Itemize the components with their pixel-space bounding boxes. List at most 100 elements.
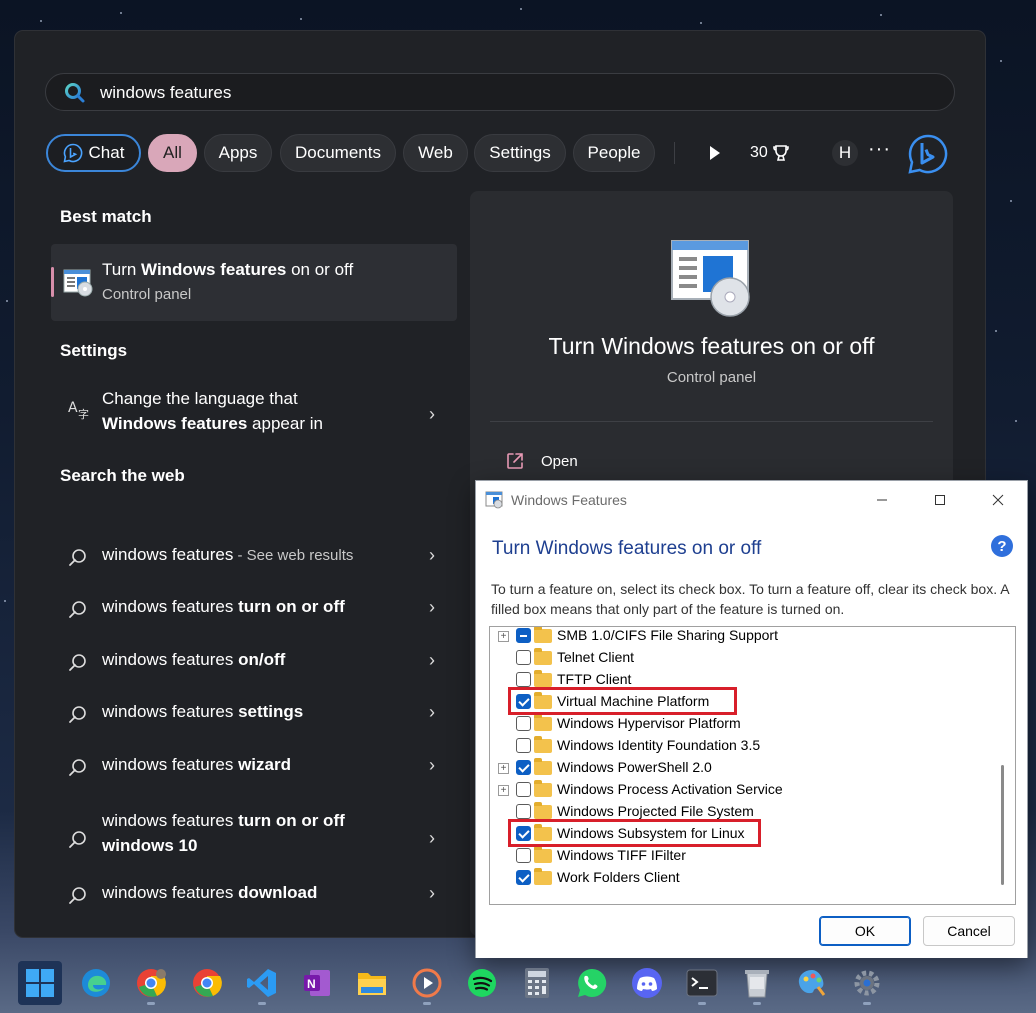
feature-row[interactable]: Work Folders Client: [490, 867, 995, 889]
best-match-title: Turn Windows features on or off: [102, 260, 353, 280]
filter-web[interactable]: Web: [403, 134, 468, 172]
features-tree[interactable]: + SMB 1.0/CIFS File Sharing Support Teln…: [489, 626, 1016, 905]
taskbar-spotify[interactable]: [460, 961, 504, 1005]
close-button[interactable]: [983, 487, 1013, 513]
edge-icon: [82, 969, 110, 997]
taskbar-vscode[interactable]: [240, 961, 284, 1005]
feature-checkbox[interactable]: [516, 628, 531, 643]
feature-checkbox[interactable]: [516, 760, 531, 775]
taskbar-media-player[interactable]: [405, 961, 449, 1005]
windows-features-dialog: Windows Features Turn Windows features o…: [475, 480, 1028, 958]
folder-icon: [534, 648, 552, 665]
taskbar-onenote[interactable]: N: [295, 961, 339, 1005]
maximize-button[interactable]: [925, 487, 955, 513]
web-result[interactable]: windows features turn on or off ›: [51, 589, 457, 629]
filter-chat[interactable]: Chat: [46, 134, 141, 172]
feature-checkbox[interactable]: [516, 672, 531, 687]
ok-button-label: OK: [854, 923, 876, 939]
filter-people[interactable]: People: [573, 134, 655, 172]
feature-checkbox[interactable]: [516, 870, 531, 885]
search-icon: [69, 759, 86, 776]
spotify-icon: [468, 969, 496, 997]
more-options-button[interactable]: ···: [868, 138, 891, 161]
chevron-right-icon: ›: [429, 755, 435, 775]
feature-label: SMB 1.0/CIFS File Sharing Support: [557, 627, 778, 643]
preview-title: Turn Windows features on or off: [548, 333, 875, 359]
filter-settings[interactable]: Settings: [474, 134, 566, 172]
web-result[interactable]: windows features download ›: [51, 875, 457, 915]
feature-checkbox[interactable]: [516, 650, 531, 665]
web-result[interactable]: windows features turn on or off windows …: [51, 808, 457, 872]
start-button[interactable]: [18, 961, 62, 1005]
help-icon[interactable]: ?: [991, 535, 1013, 557]
web-result-plain: windows features: [102, 702, 239, 721]
folder-icon: [534, 627, 552, 643]
feature-row[interactable]: Windows Hypervisor Platform: [490, 713, 995, 735]
web-result-text: windows features turn on or off: [102, 597, 345, 617]
bing-chat-button-icon[interactable]: [908, 134, 948, 174]
cancel-button[interactable]: Cancel: [923, 916, 1015, 946]
filter-web-label: Web: [418, 143, 453, 162]
ok-button[interactable]: OK: [819, 916, 911, 946]
feature-row[interactable]: Windows Identity Foundation 3.5: [490, 735, 995, 757]
taskbar-recycle[interactable]: [735, 961, 779, 1005]
tree-scrollbar[interactable]: [1001, 765, 1004, 885]
expand-icon[interactable]: +: [498, 785, 509, 796]
feature-label: Windows PowerShell 2.0: [557, 759, 712, 775]
minimize-icon: [877, 499, 887, 501]
feature-row[interactable]: Windows TIFF IFilter: [490, 845, 995, 867]
dialog-body: Turn Windows features on or off ? To tur…: [476, 519, 1027, 958]
feature-row[interactable]: + SMB 1.0/CIFS File Sharing Support: [490, 627, 995, 647]
taskbar-discord[interactable]: [625, 961, 669, 1005]
filter-documents[interactable]: Documents: [280, 134, 396, 172]
expand-icon[interactable]: +: [498, 763, 509, 774]
taskbar-terminal[interactable]: [680, 961, 724, 1005]
web-result[interactable]: windows features - See web results ›: [51, 537, 457, 577]
settings-result-line2-post: appear in: [247, 414, 323, 433]
taskbar-whatsapp[interactable]: [570, 961, 614, 1005]
taskbar-chrome[interactable]: [185, 961, 229, 1005]
minimize-button[interactable]: [867, 487, 897, 513]
expand-icon[interactable]: +: [498, 631, 509, 642]
taskbar-paint[interactable]: [790, 961, 834, 1005]
open-action[interactable]: Open: [505, 451, 578, 471]
web-result[interactable]: windows features wizard ›: [51, 747, 457, 787]
folder-icon: [534, 868, 552, 885]
settings-heading: Settings: [60, 341, 128, 360]
rewards-points[interactable]: 30: [750, 144, 790, 162]
feature-label: Windows Identity Foundation 3.5: [557, 737, 761, 753]
feature-row[interactable]: Telnet Client: [490, 647, 995, 669]
more-filters-play-icon[interactable]: [707, 144, 723, 162]
taskbar-calculator[interactable]: [515, 961, 559, 1005]
web-result-bold: turn on or off: [238, 597, 345, 616]
taskbar-settings[interactable]: [845, 961, 889, 1005]
search-icon: [69, 549, 86, 566]
feature-checkbox[interactable]: [516, 804, 531, 819]
web-result[interactable]: windows features on/off ›: [51, 642, 457, 682]
taskbar-edge[interactable]: [74, 961, 118, 1005]
filter-apps[interactable]: Apps: [204, 134, 272, 172]
web-result[interactable]: windows features settings ›: [51, 694, 457, 734]
search-box[interactable]: windows features: [45, 73, 955, 111]
feature-row[interactable]: + Windows PowerShell 2.0: [490, 757, 995, 779]
feature-checkbox[interactable]: [516, 848, 531, 863]
web-result-bold: download: [238, 883, 318, 902]
web-result-text: windows features - See web results: [102, 545, 353, 565]
settings-result-language[interactable]: A 字 Change the language that Windows fea…: [51, 386, 457, 450]
feature-checkbox[interactable]: [516, 782, 531, 797]
feature-checkbox[interactable]: [516, 716, 531, 731]
best-match-item[interactable]: Turn Windows features on or off Control …: [51, 244, 457, 321]
dialog-titlebar[interactable]: Windows Features: [476, 481, 1027, 519]
best-match-heading: Best match: [60, 207, 152, 226]
taskbar-file-explorer[interactable]: [350, 961, 394, 1005]
taskbar-chrome-profile[interactable]: [129, 961, 173, 1005]
filter-all[interactable]: All: [148, 134, 197, 172]
running-indicator: [863, 1002, 871, 1005]
feature-row[interactable]: + Windows Process Activation Service: [490, 779, 995, 801]
search-icon: [69, 887, 86, 904]
account-avatar[interactable]: H: [832, 140, 858, 166]
chevron-right-icon: ›: [429, 545, 435, 565]
feature-checkbox[interactable]: [516, 738, 531, 753]
search-input[interactable]: windows features: [100, 83, 231, 103]
best-match-title-post: on or off: [286, 260, 354, 279]
